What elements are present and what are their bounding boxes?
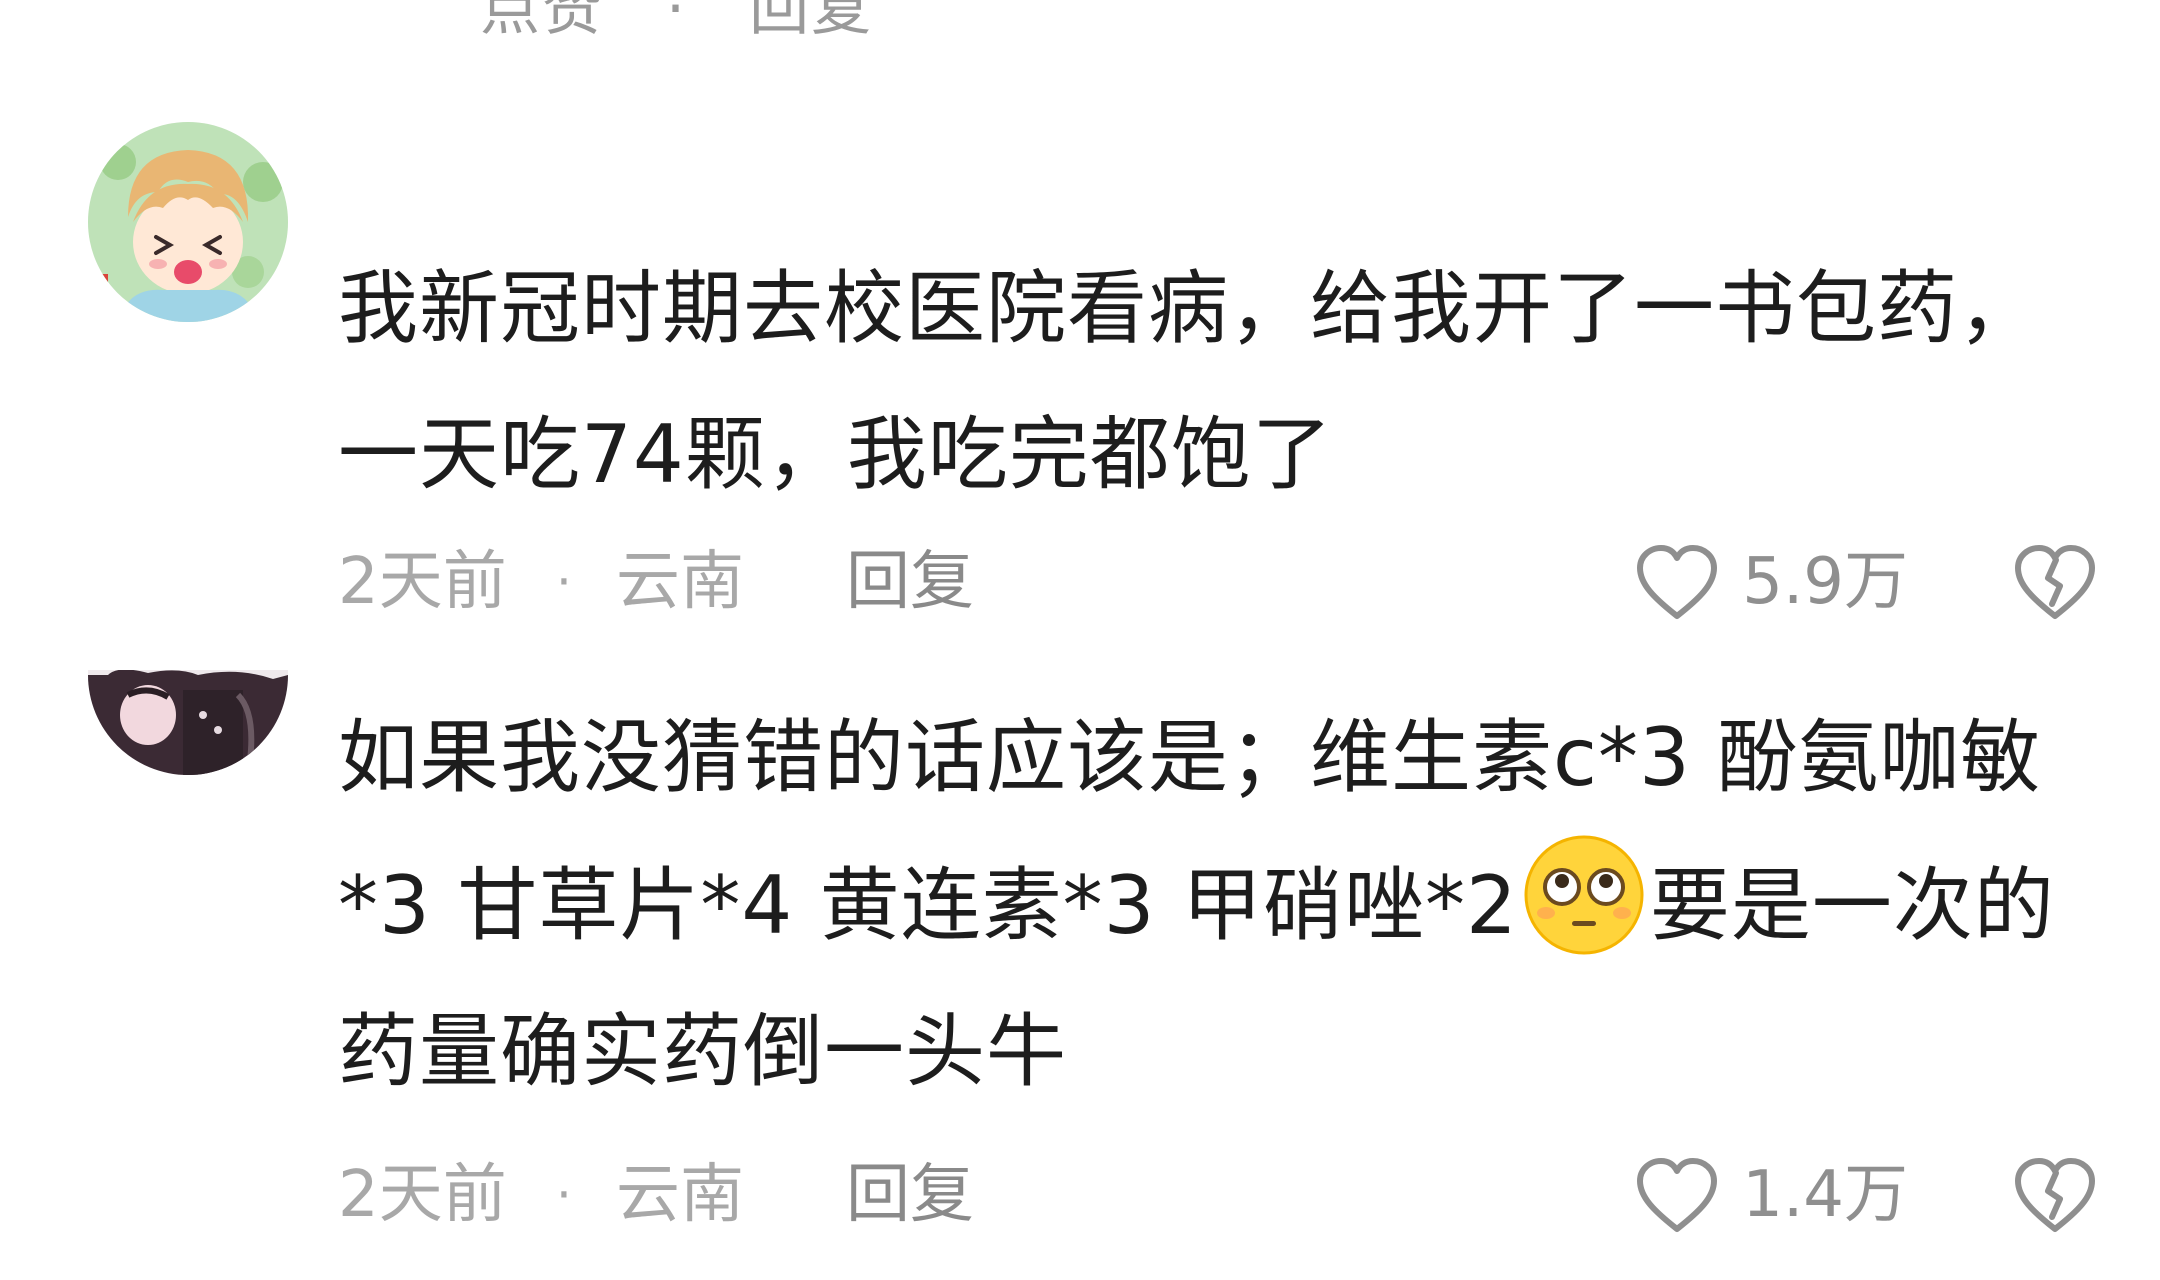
avatar[interactable] [88, 670, 288, 775]
previous-comment-meta-cutoff: 点赞 · 回复 [480, 0, 874, 44]
broken-heart-icon [2015, 1158, 2095, 1232]
dark-hair-avatar-icon [88, 670, 288, 775]
comment-location: 云南 [616, 1158, 744, 1232]
comment-text: 我新冠时期去校医院看病，给我开了一书包药，一天吃74颗，我吃完都饱了 [338, 262, 2039, 501]
comment-text: 如果我没猜错的话应该是；维生素c*3 酚氨咖敏*3 甘草片*4 黄连素*3 甲硝… [338, 685, 2058, 1125]
comment-meta: 2天前 · 云南 回复 5.9万 [338, 537, 2098, 627]
broken-heart-icon [2015, 545, 2095, 619]
comment-meta: 2天前 · 云南 回复 1.4万 [338, 1150, 2098, 1240]
flushed-face-emoji-icon [1520, 831, 1648, 959]
meta-separator: · [556, 553, 572, 611]
dislike-button[interactable] [2012, 537, 2098, 627]
comment-time: 2天前 [338, 1158, 507, 1232]
dislike-button[interactable] [2012, 1150, 2098, 1240]
avatar[interactable] [88, 122, 288, 322]
like-button[interactable]: 5.9万 [1634, 537, 1908, 627]
meta-separator: · [556, 1166, 572, 1224]
anime-boy-avatar-icon [88, 122, 288, 322]
reply-button[interactable]: 回复 [846, 1150, 974, 1240]
like-button[interactable]: 1.4万 [1634, 1150, 1908, 1240]
comment-time: 2天前 [338, 545, 507, 619]
reply-button[interactable]: 回复 [846, 537, 974, 627]
like-count: 1.4万 [1742, 1158, 1908, 1232]
heart-icon [1637, 1158, 1718, 1232]
comment-location: 云南 [616, 545, 744, 619]
heart-icon [1637, 545, 1718, 619]
like-count: 5.9万 [1742, 545, 1908, 619]
